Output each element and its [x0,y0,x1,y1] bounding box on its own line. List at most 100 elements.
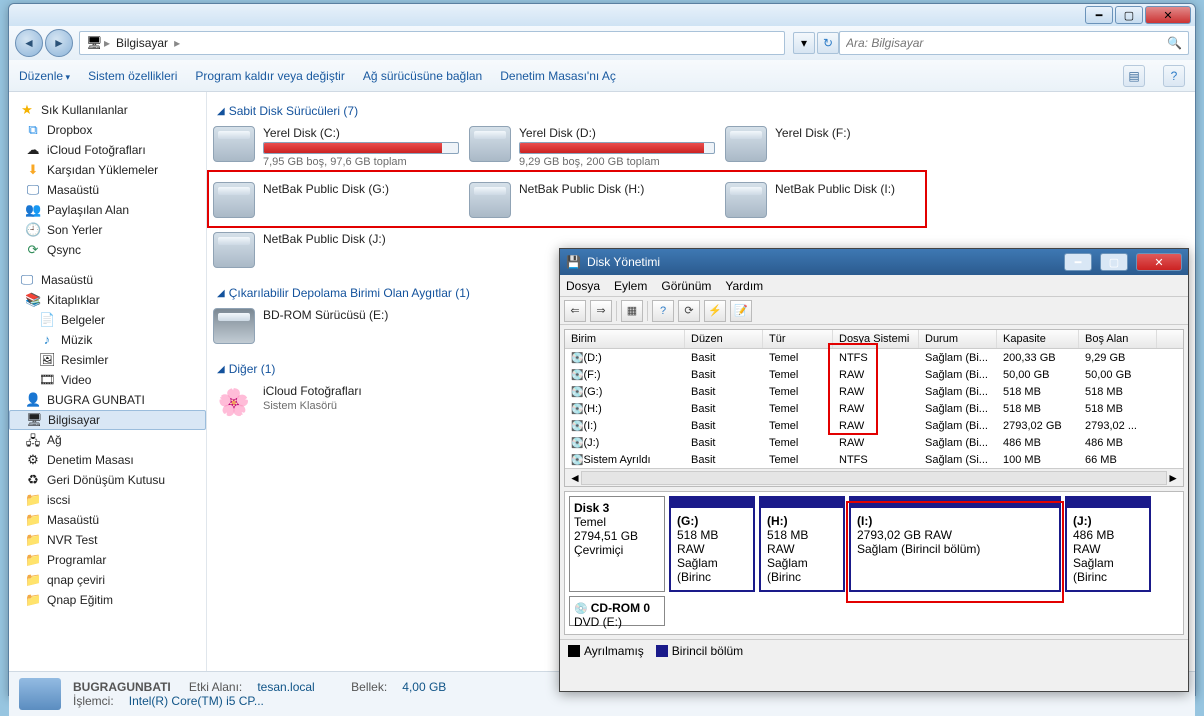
sidebar-item-icloud[interactable]: ☁iCloud Fotoğrafları [9,140,206,160]
sidebar-item-control-panel[interactable]: ⚙Denetim Masası [9,450,206,470]
help-button[interactable]: ? [1163,65,1185,87]
drive-d[interactable]: Yerel Disk (D:) 9,29 GB boş, 200 GB topl… [469,126,715,168]
col-status[interactable]: Durum [919,330,997,348]
sidebar-item-folder[interactable]: 📁qnap çeviri [9,570,206,590]
col-layout[interactable]: Düzen [685,330,763,348]
drive-g[interactable]: NetBak Public Disk (G:) [213,182,459,218]
disk-label[interactable]: 💿 CD-ROM 0 DVD (E:) [569,596,665,626]
partition-g[interactable]: (G:)518 MB RAWSağlam (Birinc [669,496,755,592]
col-volume[interactable]: Birim [565,330,685,348]
drive-j[interactable]: NetBak Public Disk (J:) [213,232,459,268]
table-row[interactable]: 💽(I:)BasitTemelRAWSağlam (Bi...2793,02 G… [565,417,1183,434]
addr-dropdown[interactable]: ▾ [793,32,815,54]
sidebar-item-downloads[interactable]: ⬇Karşıdan Yüklemeler [9,160,206,180]
refresh-button[interactable]: ↻ [817,32,839,54]
sidebar-item-dropbox[interactable]: ⧉Dropbox [9,120,206,140]
sidebar-item-folder[interactable]: 📁iscsi [9,490,206,510]
col-capacity[interactable]: Kapasite [997,330,1079,348]
table-row[interactable]: 💽(D:)BasitTemelNTFSSağlam (Bi...200,33 G… [565,349,1183,366]
folder-icon: 📁 [25,552,41,568]
col-type[interactable]: Tür [763,330,833,348]
maximize-button[interactable]: ▢ [1115,6,1143,24]
sidebar-item-qsync[interactable]: ⟳Qsync [9,240,206,260]
drive-h[interactable]: NetBak Public Disk (H:) [469,182,715,218]
menu-view[interactable]: Görünüm [661,279,711,293]
table-row[interactable]: 💽(H:)BasitTemelRAWSağlam (Bi...518 MB518… [565,400,1183,417]
sidebar-favorites-header[interactable]: ★Sık Kullanılanlar [9,100,206,120]
menu-file[interactable]: Dosya [566,279,600,293]
table-row[interactable]: 💽(G:)BasitTemelRAWSağlam (Bi...518 MB518… [565,383,1183,400]
table-cell: Temel [763,453,833,467]
sidebar-item-desktop[interactable]: 🖵Masaüstü [9,180,206,200]
table-row[interactable]: 💽(F:)BasitTemelRAWSağlam (Bi...50,00 GB5… [565,366,1183,383]
address-bar[interactable]: 🖥 ▸ Bilgisayar ▸ [79,31,785,55]
sidebar-item-videos[interactable]: 🎞Video [9,370,206,390]
drive-f[interactable]: Yerel Disk (F:) [725,126,971,168]
section-hdd[interactable]: ◢Sabit Disk Sürücüleri (7) [207,100,1195,126]
table-row[interactable]: 💽(J:)BasitTemelRAWSağlam (Bi...486 MB486… [565,434,1183,451]
forward-button[interactable]: ► [45,29,73,57]
tool-help[interactable]: ? [652,300,674,322]
menu-help[interactable]: Yardım [725,279,763,293]
sidebar-item-shared[interactable]: 👥Paylaşılan Alan [9,200,206,220]
tool-refresh[interactable]: ⟳ [678,300,700,322]
sidebar-item-label: Masaüstü [47,183,99,197]
sidebar-item-libraries[interactable]: 📚Kitaplıklar [9,290,206,310]
sidebar-item-folder[interactable]: 📁NVR Test [9,530,206,550]
partition-i[interactable]: (I:)2793,02 GB RAWSağlam (Birincil bölüm… [849,496,1061,592]
sidebar-item-network[interactable]: 🖧Ağ [9,430,206,450]
table-cell: Temel [763,368,833,382]
legend-label: Birincil bölüm [672,644,743,658]
view-options[interactable]: ▤ [1123,65,1145,87]
sync-icon: ⟳ [25,242,41,258]
tool-back[interactable]: ⇐ [564,300,586,322]
tool-rescan[interactable]: ⚡ [704,300,726,322]
table-row[interactable]: 💽Sistem AyrıldıBasitTemelNTFSSağlam (Si.… [565,451,1183,468]
sidebar-item-music[interactable]: ♪Müzik [9,330,206,350]
sidebar-item-folder[interactable]: 📁Programlar [9,550,206,570]
sidebar-item-recycle-bin[interactable]: ♻Geri Dönüşüm Kutusu [9,470,206,490]
part-status: Sağlam (Birinc [767,556,808,584]
col-filesystem[interactable]: Dosya Sistemi [833,330,919,348]
minimize-button[interactable]: ━ [1085,6,1113,24]
sidebar-item-folder[interactable]: 📁Qnap Eğitim [9,590,206,610]
disk-label[interactable]: Disk 3 Temel 2794,51 GB Çevrimiçi [569,496,665,592]
dm-minimize-button[interactable]: ━ [1064,253,1092,271]
open-control-panel[interactable]: Denetim Masası'nı Aç [500,69,616,83]
back-button[interactable]: ◄ [15,29,43,57]
organize-menu[interactable]: Düzenle [19,69,70,83]
table-cell: Temel [763,419,833,433]
section-label: Sabit Disk Sürücüleri (7) [229,104,358,118]
sidebar-item-folder[interactable]: 📁Masaüstü [9,510,206,530]
menu-action[interactable]: Eylem [614,279,647,293]
sidebar-item-documents[interactable]: 📄Belgeler [9,310,206,330]
scroll-track[interactable] [581,471,1167,485]
dm-close-button[interactable]: ✕ [1136,253,1182,271]
sidebar-desktop-header[interactable]: 🖵Masaüstü [9,270,206,290]
sidebar-item-pictures[interactable]: 🖼Resimler [9,350,206,370]
sidebar-item-recent[interactable]: 🕘Son Yerler [9,220,206,240]
col-free[interactable]: Boş Alan [1079,330,1157,348]
breadcrumb[interactable]: Bilgisayar [112,36,172,50]
sidebar-item-computer[interactable]: 🖥Bilgisayar [9,410,206,430]
drive-i[interactable]: NetBak Public Disk (I:) [725,182,971,218]
close-button[interactable]: ✕ [1145,6,1191,24]
sidebar-item-user[interactable]: 👤BUGRA GUNBATI [9,390,206,410]
tool-forward[interactable]: ⇒ [590,300,612,322]
partition-j[interactable]: (J:)486 MB RAWSağlam (Birinc [1065,496,1151,592]
horizontal-scrollbar[interactable]: ◄► [565,468,1183,486]
dm-maximize-button[interactable]: ▢ [1100,253,1128,271]
section-label: Diğer (1) [229,362,276,376]
drive-c[interactable]: Yerel Disk (C:) 7,95 GB boş, 97,6 GB top… [213,126,459,168]
map-network-drive[interactable]: Ağ sürücüsüne bağlan [363,69,482,83]
search-input[interactable] [846,36,1167,50]
table-cell: 50,00 GB [997,368,1079,382]
item-icloud-photos[interactable]: 🌸 iCloud Fotoğrafları Sistem Klasörü [213,384,459,420]
tool-view[interactable]: ▦ [621,300,643,322]
drive-bdrom[interactable]: BD-ROM Sürücüsü (E:) [213,308,459,344]
uninstall-program[interactable]: Program kaldır veya değiştir [195,69,344,83]
tool-options[interactable]: 📝 [730,300,752,322]
search-box[interactable]: 🔍 [839,31,1189,55]
partition-h[interactable]: (H:)518 MB RAWSağlam (Birinc [759,496,845,592]
system-properties[interactable]: Sistem özellikleri [88,69,177,83]
